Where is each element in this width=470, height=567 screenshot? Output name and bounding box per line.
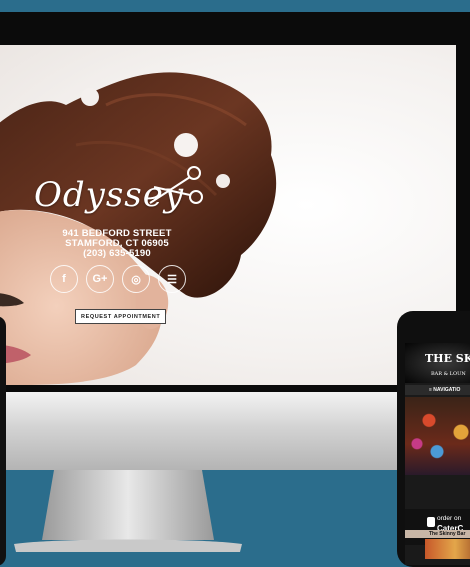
instagram-icon[interactable]: ◎: [122, 265, 150, 293]
phone-subtitle: BAR & LOUN: [431, 371, 466, 377]
social-links: f G+ ◎ ☰: [50, 265, 186, 293]
catering-icon: [427, 517, 435, 527]
address-block: 941 BEDFORD STREET STAMFORD, CT 06905 (2…: [46, 229, 188, 259]
phone-site-title: THE SKI: [425, 353, 470, 364]
facebook-icon[interactable]: f: [50, 265, 78, 293]
monitor-stand: [14, 470, 242, 552]
phone-header: THE SKI BAR & LOUN: [405, 343, 470, 383]
order-text: order on: [437, 515, 462, 522]
phone-number[interactable]: (203) 635-5190: [46, 249, 188, 259]
website-hero: Odyssey 941 BEDFORD STREET STAMFORD, CT …: [0, 45, 456, 385]
food-photo: [425, 539, 470, 559]
tablet-device: [0, 316, 6, 566]
phone-title-line-1: THE SKI: [425, 352, 470, 365]
phone-photo: [405, 397, 470, 475]
request-appointment-button[interactable]: REQUEST APPOINTMENT: [75, 309, 167, 324]
model-photo: [0, 72, 277, 385]
google-plus-icon[interactable]: G+: [86, 265, 114, 293]
phone-navigation-button[interactable]: ≡ NAVIGATIO: [405, 385, 470, 395]
scissors-icon: [149, 166, 203, 204]
phone-screen: THE SKI BAR & LOUN ≡ NAVIGATIO order on …: [405, 343, 470, 565]
phone-device: THE SKI BAR & LOUN ≡ NAVIGATIO order on …: [397, 311, 470, 567]
rss-icon[interactable]: ☰: [158, 265, 186, 293]
skinny-bar-label: The Skinny Bar: [405, 530, 470, 538]
